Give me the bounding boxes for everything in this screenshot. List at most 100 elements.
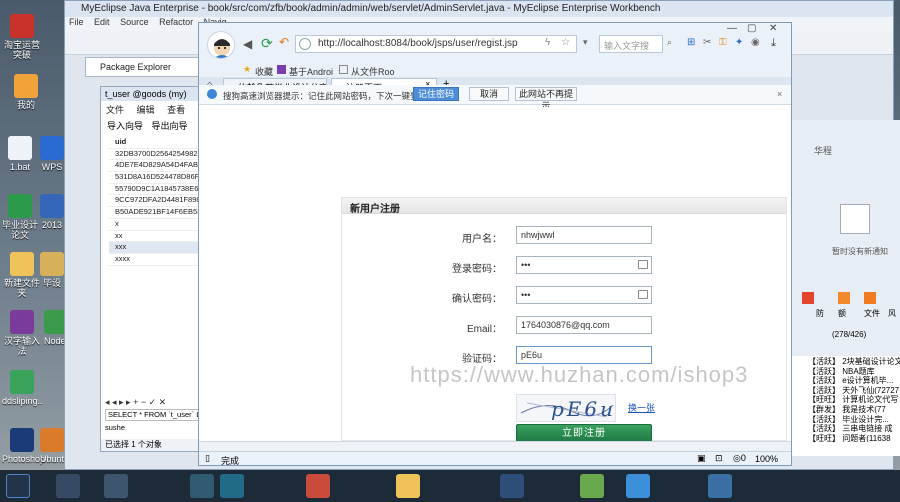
swap-captcha-link[interactable]: 换一张	[628, 401, 655, 414]
list-item[interactable]: 【活跃】 NBA题库	[792, 366, 900, 376]
maximize-icon[interactable]: ▢	[747, 23, 756, 34]
minimize-icon[interactable]: —	[727, 23, 737, 34]
record-navigation[interactable]: ◂ ◂ ▸ ▸ + − ✓ ✕	[105, 397, 205, 407]
list-item[interactable]: 【群发】 我是技术(77	[792, 404, 900, 414]
desktop-icon[interactable]: WPS	[40, 136, 64, 172]
keyboard-icon[interactable]	[638, 290, 648, 299]
desktop-icon[interactable]: 毕业设计论文	[0, 194, 40, 240]
app-icon[interactable]	[838, 292, 850, 304]
address-bar[interactable]: http://localhost:8084/book/jsps/user/reg…	[295, 35, 577, 53]
taskbar-app-icon[interactable]	[220, 474, 244, 498]
lock-icon[interactable]: ⊡	[715, 453, 723, 464]
menu-file[interactable]: File	[69, 17, 84, 27]
nav-menu-file[interactable]: 文件	[106, 105, 124, 115]
app-icon[interactable]	[864, 292, 876, 304]
desktop-icon[interactable]: 1.bat	[0, 136, 40, 172]
captcha-image[interactable]: pE6u	[516, 394, 616, 422]
speed-icon[interactable]: ϟ	[545, 37, 550, 48]
table-row[interactable]: xxx	[109, 242, 209, 254]
apps-icon[interactable]: ⊞	[687, 37, 695, 48]
register-button[interactable]: 立即注册	[516, 424, 652, 442]
grid-column-header[interactable]: uid	[109, 137, 209, 149]
password-field[interactable]: •••	[516, 256, 652, 274]
desktop-icon[interactable]: 汉字输入法	[2, 310, 42, 356]
desktop-icon[interactable]: 毕设	[40, 252, 64, 288]
list-item[interactable]: 【活跃】 2块基础设计论文	[792, 356, 900, 366]
list-item[interactable]: 【活跃】 三串电链接 成	[792, 423, 900, 433]
desktop-icon[interactable]: 2013	[40, 194, 64, 230]
list-item[interactable]: 【旺旺】 问题者(11638	[792, 433, 900, 443]
desktop-icon[interactable]: ddsliping..	[2, 370, 43, 406]
table-row[interactable]: xx	[109, 231, 209, 243]
desktop-icon[interactable]: Nodejs	[44, 310, 72, 346]
table-row[interactable]: 4DE7E4D829A54D4FAB1	[109, 160, 209, 173]
taskbar-app-icon[interactable]	[626, 474, 650, 498]
taskbar-app-icon[interactable]	[500, 474, 524, 498]
download-icon[interactable]: ⤓	[771, 37, 776, 50]
keyboard-icon[interactable]	[638, 260, 648, 269]
confirm-password-field[interactable]: •••	[516, 286, 652, 304]
menu-edit[interactable]: Edit	[94, 17, 110, 27]
desktop-icon[interactable]: Photoshop	[2, 428, 45, 464]
email-field[interactable]: 1764030876@qq.com	[516, 316, 652, 334]
menu-refactor[interactable]: Refactor	[159, 17, 193, 27]
table-row[interactable]: xxxx	[109, 254, 209, 266]
desktop-icon[interactable]: 新建文件夹	[2, 252, 42, 298]
nav-menu-edit[interactable]: 编辑	[137, 105, 155, 115]
cancel-button[interactable]: 取消	[469, 87, 509, 101]
counter-icon[interactable]: ◎0	[733, 453, 746, 464]
taskbar-app-icon[interactable]	[56, 474, 80, 498]
table-row[interactable]: x	[109, 219, 209, 231]
puzzle-icon[interactable]: ✦	[735, 37, 743, 48]
desktop-icon[interactable]: 淘宝运营突破	[2, 14, 42, 60]
taskbar-app-icon[interactable]	[708, 474, 732, 498]
sidebar-toggle-icon[interactable]: ▯	[205, 453, 210, 464]
taskbar-app-icon[interactable]	[190, 474, 214, 498]
camera-icon[interactable]: ▣	[697, 453, 706, 464]
list-item[interactable]: 【活跃】 天外飞仙(72727	[792, 385, 900, 395]
password-notify-bar: 搜狗高速浏览器提示：记住此网站密码，下次一键登录！ 记住密码 取消 此网站不再提…	[199, 85, 791, 111]
menu-source[interactable]: Source	[120, 17, 149, 27]
package-explorer-tab[interactable]: Package Explorer	[85, 57, 205, 77]
selected-object[interactable]: sushe	[105, 423, 209, 433]
export-wizard-button[interactable]: 导出向导	[152, 121, 188, 131]
start-icon[interactable]	[6, 474, 30, 498]
close-icon[interactable]: ×	[777, 89, 782, 99]
list-item[interactable]: 【活跃】 毕业设计完...	[792, 414, 900, 424]
taskbar-app-icon[interactable]	[396, 474, 420, 498]
list-item[interactable]: 【活跃】 e设计算机毕...	[792, 375, 900, 385]
key-icon[interactable]: ⚿	[719, 37, 727, 48]
menu-icon[interactable]: ◉	[751, 37, 760, 48]
taskbar-app-icon[interactable]	[104, 474, 128, 498]
taskbar-app-icon[interactable]	[306, 474, 330, 498]
import-wizard-button[interactable]: 导入向导	[107, 121, 143, 131]
table-row[interactable]: 55790D9C1A1845738E6D	[109, 184, 209, 196]
never-remember-button[interactable]: 此网站不再提示	[515, 87, 577, 111]
desktop-icon[interactable]: Ubuntu	[40, 428, 69, 464]
sql-bar[interactable]: SELECT * FROM `t_user` LIM	[105, 409, 209, 421]
close-icon[interactable]: ✕	[769, 23, 777, 34]
app-icon[interactable]	[802, 292, 814, 304]
avatar[interactable]	[207, 31, 235, 59]
username-field[interactable]: nhwjwwl	[516, 226, 652, 244]
scissors-icon[interactable]: ✂	[703, 37, 711, 48]
nav-menu-view[interactable]: 查看	[167, 105, 185, 115]
table-row[interactable]: 531D8A16D524478D86F8	[109, 172, 209, 184]
star-icon[interactable]: ☆	[561, 37, 570, 48]
back-icon[interactable]: ◀	[243, 37, 252, 51]
zoom-level[interactable]: 100%	[755, 454, 778, 464]
search-input[interactable]: 输入文字搜	[599, 35, 663, 53]
search-icon[interactable]: ⌕	[667, 37, 672, 48]
undo-icon[interactable]: ↶	[279, 35, 289, 49]
eclipse-title: MyEclipse Java Enterprise - book/src/com…	[65, 1, 893, 17]
remember-password-button[interactable]: 记住密码	[413, 87, 459, 101]
taskbar-app-icon[interactable]	[580, 474, 604, 498]
refresh-icon[interactable]: ⟳	[261, 35, 273, 52]
table-row[interactable]: 9CC972DFA2D4481F8984	[109, 195, 209, 208]
dropdown-icon[interactable]: ▾	[583, 37, 588, 48]
table-row[interactable]: B50ADE921BF14F6EB533	[109, 207, 209, 219]
horizontal-scrollbar[interactable]	[199, 441, 791, 451]
table-row[interactable]: 32DB3700D2564254982B	[109, 149, 209, 161]
list-item[interactable]: 【旺旺】 计算机论文代写	[792, 394, 900, 404]
desktop-icon[interactable]: 我的	[6, 74, 46, 110]
